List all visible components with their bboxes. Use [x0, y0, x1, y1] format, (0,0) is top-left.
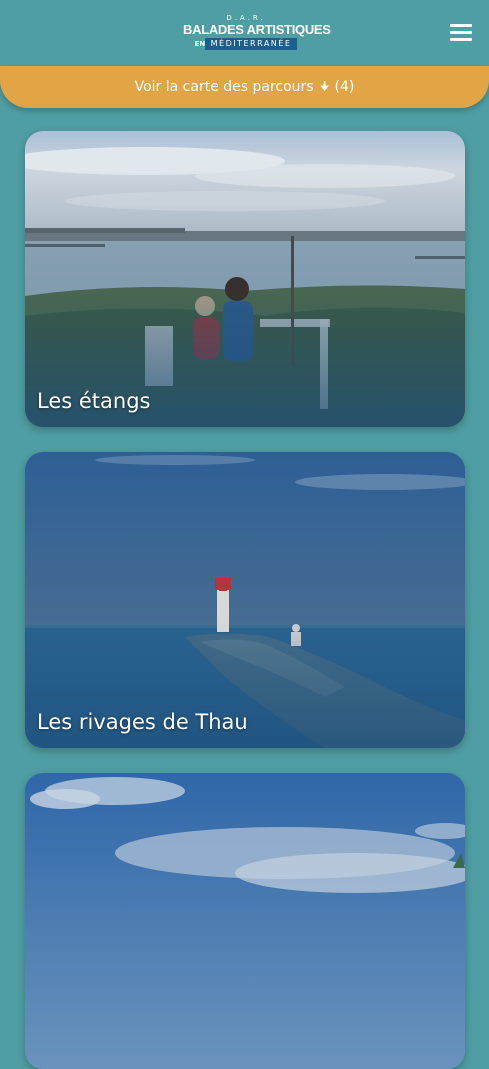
route-card-etangs[interactable]: Les étangs	[25, 131, 465, 427]
card-image-lagoon	[25, 131, 465, 427]
route-card-title: Les rivages de Thau	[37, 710, 248, 734]
card-image-lighthouse	[25, 452, 465, 748]
logo-prefix-text: EN	[194, 39, 206, 48]
card-image-sky	[25, 773, 465, 1069]
map-toggle-label: Voir la carte des parcours	[134, 79, 314, 95]
route-card-rivages-thau[interactable]: Les rivages de Thau	[25, 452, 465, 748]
route-count: (4)	[334, 79, 355, 95]
map-toggle-button[interactable]: Voir la carte des parcours 🠋 (4)	[0, 66, 489, 108]
arrow-down-icon: 🠋	[319, 78, 330, 93]
logo-main-text: BALADES ARTISTIQUES	[183, 22, 331, 37]
app-header: D.A.R. BALADES ARTISTIQUES EN MÉDITERRAN…	[0, 0, 489, 66]
logo-sub-text: MÉDITERRANÉE	[204, 38, 298, 50]
logo-top-text: D.A.R.	[226, 14, 266, 22]
route-card-third[interactable]	[25, 773, 465, 1069]
route-card-title: Les étangs	[37, 389, 151, 413]
hamburger-menu-icon[interactable]	[450, 24, 472, 41]
app-logo[interactable]: D.A.R. BALADES ARTISTIQUES EN MÉDITERRAN…	[183, 14, 331, 56]
